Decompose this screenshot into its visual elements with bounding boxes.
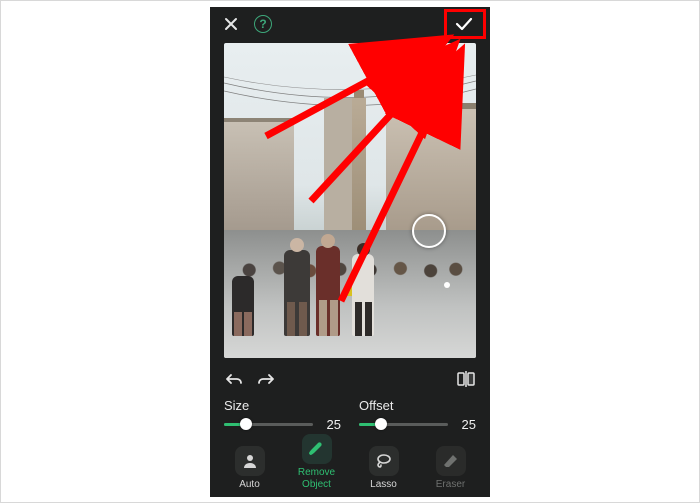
check-icon (454, 16, 474, 32)
page-indicator-dot (444, 282, 450, 288)
tool-lasso[interactable]: Lasso (354, 446, 414, 490)
tool-auto[interactable]: Auto (220, 446, 280, 490)
edit-canvas[interactable] (224, 43, 476, 358)
offset-label: Offset (359, 398, 476, 413)
offset-value: 25 (456, 417, 476, 432)
help-button[interactable]: ? (250, 11, 276, 37)
confirm-button[interactable] (446, 11, 482, 37)
help-icon: ? (254, 15, 272, 33)
top-bar: ? (210, 7, 490, 41)
size-slider[interactable] (224, 423, 313, 426)
compare-icon (457, 371, 475, 387)
photo-editor-screen: ? (210, 7, 490, 497)
close-icon (223, 16, 239, 32)
size-value: 25 (321, 417, 341, 432)
tool-label: Object (302, 479, 331, 490)
tool-label: Lasso (370, 479, 397, 490)
size-slider-group: Size 25 (224, 398, 341, 432)
tool-bar: Auto RemoveObject Lasso Eraser (210, 438, 490, 497)
brush-icon (302, 434, 332, 464)
compare-button[interactable] (454, 367, 478, 391)
history-bar (210, 364, 490, 394)
tool-label: Eraser (436, 479, 465, 490)
redo-icon (257, 372, 275, 386)
sliders-row: Size 25 Offset 25 (210, 394, 490, 438)
person-auto-icon (235, 446, 265, 476)
tool-label: Auto (239, 479, 260, 490)
tool-label: Remove (298, 467, 335, 478)
brush-cursor-indicator (412, 214, 446, 248)
tool-remove[interactable]: RemoveObject (287, 434, 347, 490)
eraser-icon (436, 446, 466, 476)
undo-button[interactable] (222, 367, 246, 391)
offset-slider-group: Offset 25 (359, 398, 476, 432)
close-button[interactable] (218, 11, 244, 37)
redo-button[interactable] (254, 367, 278, 391)
tool-eraser: Eraser (421, 446, 481, 490)
offset-slider[interactable] (359, 423, 448, 426)
lasso-icon (369, 446, 399, 476)
undo-icon (225, 372, 243, 386)
size-label: Size (224, 398, 341, 413)
